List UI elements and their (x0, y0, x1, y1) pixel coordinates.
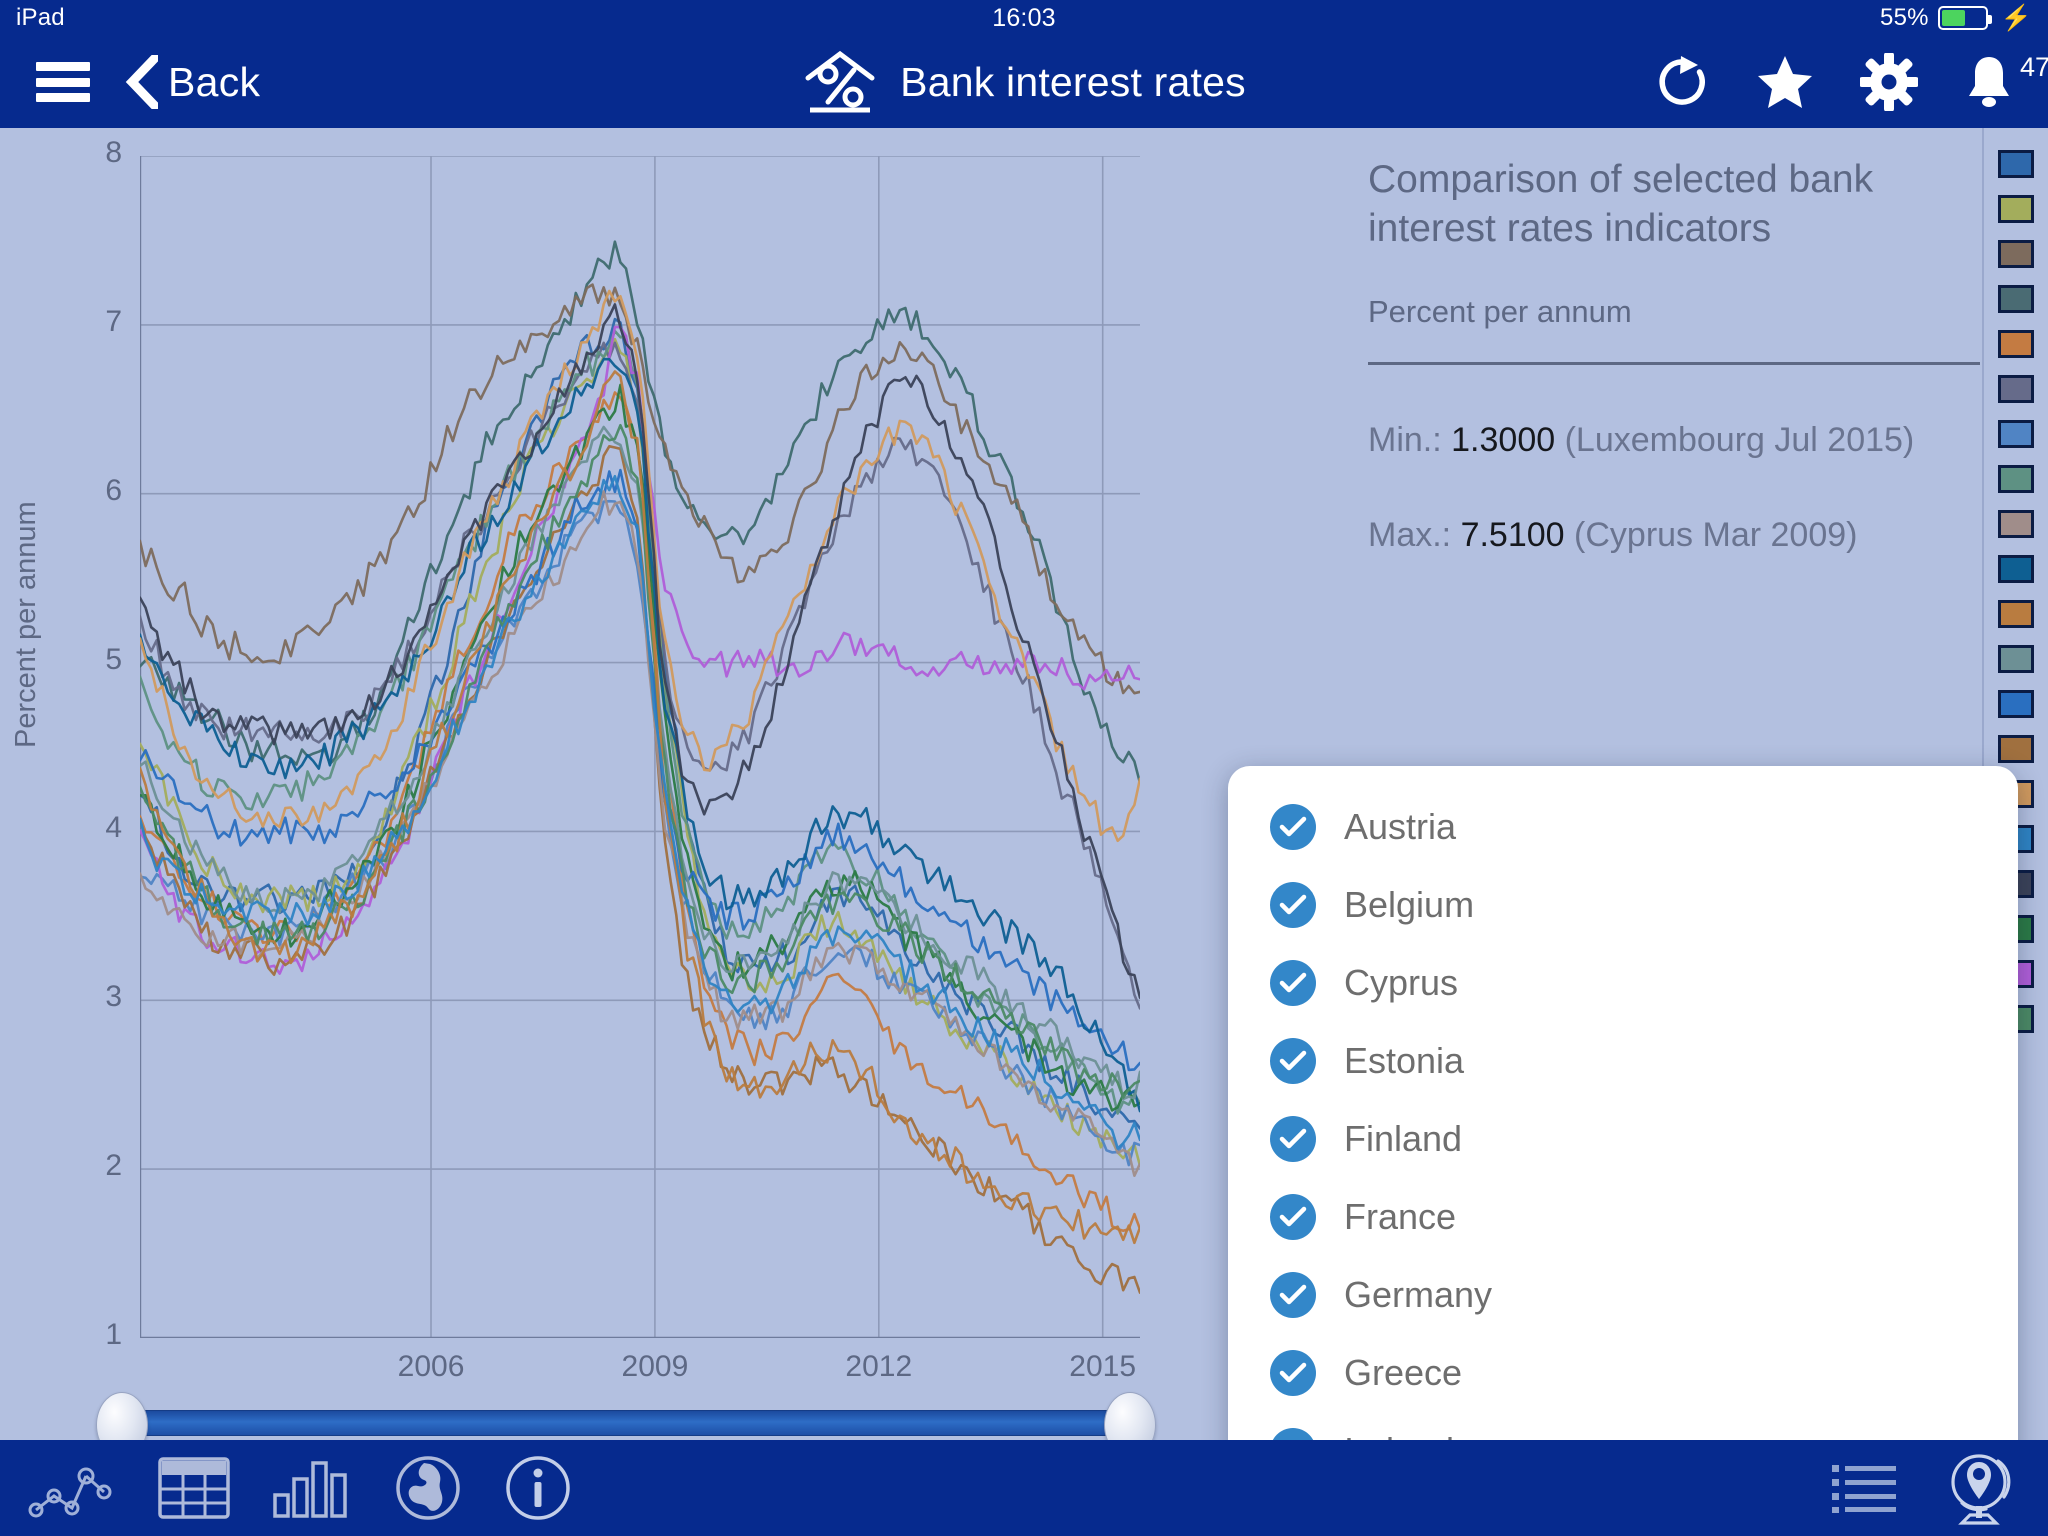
checkmark-icon[interactable] (1270, 1272, 1316, 1318)
country-name-label: Finland (1344, 1118, 1463, 1159)
country-list-item[interactable]: Finland (1228, 1100, 2018, 1178)
lightning-bolt-icon: ⚡ (2000, 3, 2032, 32)
navigation-bar: Back Bank interest rates 47 (0, 36, 2048, 128)
country-list-item[interactable]: Cyprus (1228, 944, 2018, 1022)
country-name-label: Austria (1344, 806, 1457, 847)
table-icon[interactable] (158, 1457, 230, 1519)
y-tick-label: 8 (105, 136, 122, 169)
status-time: 16:03 (992, 3, 1056, 32)
x-tick-label: 2015 (1069, 1350, 1137, 1383)
country-list-item[interactable]: Greece (1228, 1334, 2018, 1412)
country-name-label: Belgium (1344, 884, 1475, 925)
checkmark-icon[interactable] (1270, 1116, 1316, 1162)
status-bar: iPad 16:03 55% ⚡ (0, 0, 2048, 36)
country-name-label: Cyprus (1344, 962, 1459, 1003)
min-stat-row: Min.: 1.3000 (Luxembourg Jul 2015) (1368, 421, 1980, 460)
bottom-toolbar (0, 1440, 2048, 1536)
min-label: Min.: (1368, 420, 1442, 459)
country-name-label: France (1344, 1196, 1457, 1237)
series-color-swatch[interactable] (1998, 555, 2034, 583)
checkmark-icon[interactable] (1270, 804, 1316, 850)
country-list[interactable]: Austria Belgium Cyprus Estonia Finland France… (1228, 766, 2018, 1536)
battery-percent-label: 55% (1880, 4, 1929, 31)
country-list-item[interactable]: Belgium (1228, 866, 2018, 944)
checkmark-icon[interactable] (1270, 960, 1316, 1006)
chevron-left-icon (125, 55, 158, 109)
country-name-label: Estonia (1344, 1040, 1465, 1081)
y-tick-label: 7 (105, 304, 122, 338)
slider-track[interactable] (118, 1410, 1130, 1436)
info-panel: Comparison of selected bank interest rat… (1360, 128, 1980, 555)
country-name-label: Greece (1344, 1352, 1463, 1393)
content-area: Percent per annum 1 2 3 4 5 6 7 8 2006 2009 2012 2… (0, 128, 2048, 1536)
info-title: Comparison of selected bank interest rat… (1368, 158, 1874, 250)
max-source: (Cyprus Mar 2009) (1574, 515, 1858, 554)
divider (1368, 361, 1980, 365)
refresh-icon[interactable] (1654, 54, 1710, 110)
globe-icon[interactable] (394, 1454, 462, 1522)
series-color-swatch[interactable] (1998, 285, 2034, 313)
series-color-swatch[interactable] (1998, 465, 2034, 493)
back-label: Back (168, 58, 261, 105)
x-tick-label: 2012 (845, 1350, 913, 1383)
series-color-swatch[interactable] (1998, 510, 2034, 538)
bar-chart-icon[interactable] (272, 1457, 352, 1519)
series-color-swatch[interactable] (1998, 420, 2034, 448)
checkmark-icon[interactable] (1270, 1038, 1316, 1084)
hamburger-menu-icon[interactable] (36, 62, 90, 102)
percent-rate-icon (805, 50, 875, 113)
gear-icon[interactable] (1860, 53, 1918, 111)
checkmark-icon[interactable] (1270, 882, 1316, 928)
max-stat-row: Max.: 7.5100 (Cyprus Mar 2009) (1368, 516, 1980, 555)
y-tick-label: 3 (105, 980, 122, 1014)
list-icon[interactable] (1832, 1462, 1896, 1514)
series-color-swatch[interactable] (1998, 195, 2034, 223)
series-color-swatch[interactable] (1998, 735, 2034, 763)
notification-badge: 47 (2019, 52, 2048, 82)
checkmark-icon[interactable] (1270, 1194, 1316, 1240)
country-list-item[interactable]: Estonia (1228, 1022, 2018, 1100)
series-color-swatch[interactable] (1998, 600, 2034, 628)
x-tick-label: 2009 (621, 1350, 689, 1383)
bell-icon[interactable]: 47 (1964, 52, 2048, 110)
series-color-swatch[interactable] (1998, 150, 2034, 178)
country-list-item[interactable]: France (1228, 1178, 2018, 1256)
min-value: 1.3000 (1451, 420, 1556, 459)
page-title: Bank interest rates (900, 58, 1246, 105)
star-icon[interactable] (1756, 54, 1814, 110)
y-axis-label: Percent per annum (10, 501, 42, 748)
series-color-swatch[interactable] (1998, 375, 2034, 403)
y-tick-label: 1 (105, 1318, 122, 1351)
series-color-swatch[interactable] (1998, 690, 2034, 718)
info-subtitle: Percent per annum (1368, 293, 1632, 329)
line-chart-icon[interactable] (24, 1456, 116, 1520)
y-tick-label: 2 (105, 1149, 122, 1183)
series-color-swatch[interactable] (1998, 240, 2034, 268)
max-label: Max.: (1368, 515, 1452, 554)
checkmark-icon[interactable] (1270, 1350, 1316, 1396)
country-selector-popup[interactable]: Austria Belgium Cyprus Estonia Finland France… (1228, 766, 2018, 1536)
battery-icon (1937, 6, 1992, 30)
line-chart-plot[interactable] (140, 156, 1140, 1338)
y-tick-label: 5 (105, 642, 122, 676)
country-name-label: Germany (1344, 1274, 1493, 1315)
device-label: iPad (16, 4, 65, 31)
country-list-item[interactable]: Germany (1228, 1256, 2018, 1334)
series-color-swatch[interactable] (1998, 645, 2034, 673)
min-source: (Luxembourg Jul 2015) (1564, 420, 1915, 459)
y-tick-label: 4 (105, 811, 122, 845)
y-tick-label: 6 (105, 473, 122, 507)
x-tick-label: 2006 (397, 1350, 465, 1383)
ipad-screen: iPad 16:03 55% ⚡ Back Bank interest rate… (0, 0, 2048, 1536)
country-list-item[interactable]: Austria (1228, 788, 2018, 866)
globe-pin-icon[interactable] (1942, 1449, 2020, 1527)
info-icon[interactable] (504, 1454, 572, 1522)
back-button[interactable]: Back (124, 55, 260, 109)
chart-panel: Percent per annum 1 2 3 4 5 6 7 8 2006 2009 2012 2… (0, 128, 1340, 1440)
max-value: 7.5100 (1460, 515, 1565, 554)
series-color-swatch[interactable] (1998, 330, 2034, 358)
